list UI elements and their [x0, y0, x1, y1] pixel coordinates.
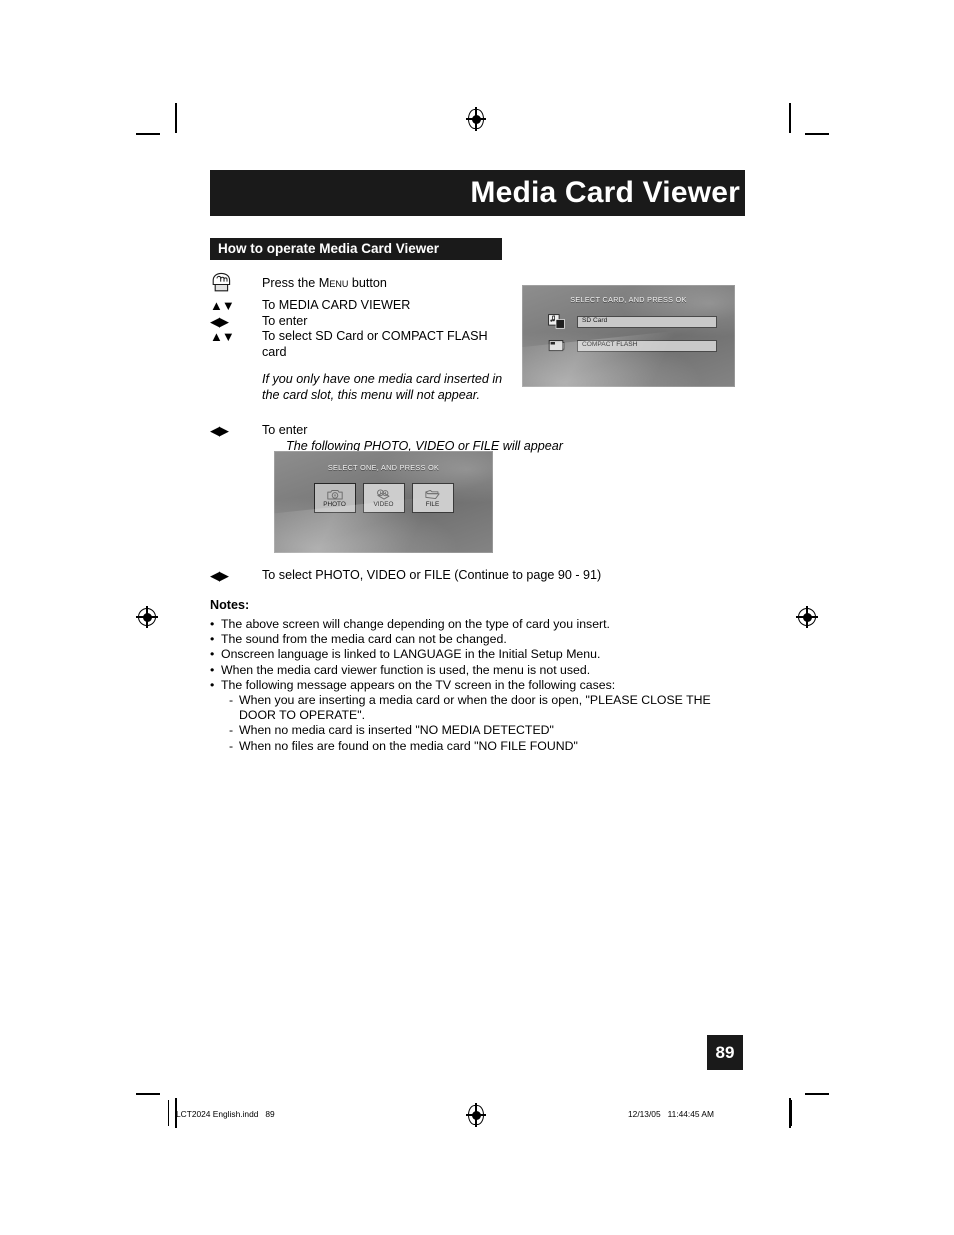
step-select-mode-text: To select PHOTO, VIDEO or FILE (Continue… — [262, 568, 602, 582]
note-subitem: - When no files are found on the media c… — [210, 739, 770, 754]
compact-flash-icon — [548, 338, 565, 353]
mode-tile-photo[interactable]: PHOTO — [313, 483, 356, 513]
screen-mode-heading: SELECT ONE, AND PRESS OK — [327, 463, 440, 472]
screen-card-heading: SELECT CARD, AND PRESS OK — [570, 295, 687, 304]
footer-rule-left — [168, 1100, 170, 1126]
camera-icon — [326, 487, 344, 501]
folder-icon — [424, 487, 441, 501]
mode-label-photo: PHOTO — [323, 501, 346, 509]
step-media-card-viewer: ▲▼ To MEDIA CARD VIEWER — [210, 298, 520, 314]
step-text-post: button — [348, 276, 387, 290]
dash-icon: - — [229, 693, 234, 708]
note-text: Onscreen language is linked to LANGUAGE … — [221, 647, 601, 662]
registration-mark-left — [136, 606, 158, 628]
crop-mark-bottom-right-horizontal — [805, 1093, 829, 1095]
note-item: • When the media card viewer function is… — [210, 663, 770, 678]
leftright-arrow-icon: ◀▶ — [210, 313, 229, 329]
step-enter-2-body: To enter The following PHOTO, VIDEO or F… — [262, 423, 563, 454]
note-item: • The above screen will change depending… — [210, 617, 770, 632]
note-text: The sound from the media card can not be… — [221, 632, 507, 647]
dash-icon: - — [229, 723, 234, 738]
step-media-card-viewer-text: To MEDIA CARD VIEWER — [262, 298, 411, 312]
footer-timestamp: 12/13/05 11:44:45 AM — [628, 1109, 714, 1119]
note-item: • The sound from the media card can not … — [210, 632, 770, 647]
note-subtext: When no media card is inserted "NO MEDIA… — [239, 723, 554, 738]
sd-card-bar[interactable]: SD Card — [577, 315, 717, 328]
hand-press-icon — [210, 272, 262, 294]
note-subitem: - When no media card is inserted "NO MED… — [210, 723, 770, 738]
note-item: • The following message appears on the T… — [210, 678, 770, 693]
registration-mark-top — [466, 107, 486, 131]
crop-mark-top-left-horizontal — [136, 133, 160, 135]
compact-flash-bar[interactable]: COMPACT FLASH — [577, 339, 717, 352]
step-select-mode: ◀▶ To select PHOTO, VIDEO or FILE (Conti… — [210, 568, 601, 584]
tv-screen-select-mode: SELECT ONE, AND PRESS OK PHOTO VIDEO FIL… — [274, 451, 493, 553]
bullet-icon: • — [210, 632, 215, 647]
crop-mark-top-right-vertical — [789, 103, 791, 133]
note-single-card-row: If you only have one media card inserted… — [210, 360, 520, 403]
tv-screen-select-card: SELECT CARD, AND PRESS OK SD Card COMPAC… — [522, 285, 735, 387]
note-single-card: If you only have one media card inserted… — [262, 372, 503, 402]
note-text: The above screen will change depending o… — [221, 617, 610, 631]
page-number: 89 — [715, 1042, 735, 1062]
instruction-steps: Press the Menu button ▲▼ To MEDIA CARD V… — [210, 272, 563, 454]
notes-title: Notes: — [210, 598, 250, 612]
bullet-icon: • — [210, 662, 215, 677]
card-option-sd[interactable]: SD Card — [548, 314, 717, 329]
crop-mark-top-left-vertical — [175, 103, 177, 133]
note-text: When the media card viewer function is u… — [221, 662, 591, 677]
step-enter-2: ◀▶ To enter The following PHOTO, VIDEO o… — [210, 423, 563, 454]
footer-rule-right — [791, 1100, 793, 1126]
step-select-card-text: To select SD Card or COMPACT FLASH card — [262, 329, 488, 359]
step-enter-2-text: To enter — [262, 423, 308, 437]
card-option-cf[interactable]: COMPACT FLASH — [548, 338, 717, 353]
note-item: • Onscreen language is linked to LANGUAG… — [210, 647, 770, 662]
page-title: Media Card Viewer — [470, 176, 740, 209]
page-title-bar: Media Card Viewer — [210, 170, 745, 216]
mode-label-video: VIDEO — [373, 501, 394, 509]
note-subitem: - When you are inserting a media card or… — [210, 693, 770, 723]
note-subtext: When you are inserting a media card or w… — [239, 693, 711, 723]
step-press-menu-text: Press the Menu button — [262, 272, 387, 292]
footer-file-info: LCT2024 English.indd 89 — [176, 1109, 275, 1119]
compact-flash-label: COMPACT FLASH — [582, 341, 638, 349]
leftright-arrow-icon-2: ◀▶ — [210, 423, 229, 438]
leftright-arrow-icon-3: ◀▶ — [210, 568, 229, 583]
sd-card-icon — [548, 314, 565, 329]
step-text-pre: Press the — [262, 276, 319, 290]
mode-tile-video[interactable]: VIDEO — [362, 483, 405, 513]
bullet-icon: • — [210, 647, 215, 662]
step-enter-1-text: To enter — [262, 313, 308, 328]
dash-icon: - — [229, 738, 234, 753]
page-number-badge: 89 — [707, 1035, 743, 1070]
step-enter-1: ◀▶ To enter — [210, 314, 520, 330]
crop-mark-top-right-horizontal — [805, 133, 829, 135]
step-select-card: ▲▼ To select SD Card or COMPACT FLASH ca… — [210, 329, 520, 360]
step-press-menu: Press the Menu button — [210, 272, 520, 294]
note-text: The following message appears on the TV … — [221, 677, 616, 692]
mode-tile-file[interactable]: FILE — [411, 483, 454, 513]
updown-arrow-icon: ▲▼ — [210, 298, 235, 313]
mode-label-file: FILE — [425, 501, 440, 509]
bullet-icon: • — [210, 617, 215, 631]
registration-mark-right — [796, 606, 818, 628]
sd-card-label: SD Card — [582, 317, 608, 325]
section-heading-bar: How to operate Media Card Viewer — [210, 238, 502, 260]
section-heading: How to operate Media Card Viewer — [218, 241, 440, 257]
mode-tile-group: PHOTO VIDEO FILE — [274, 483, 493, 513]
crop-mark-bottom-left-horizontal — [136, 1093, 160, 1095]
step-text-menu: Menu — [318, 275, 349, 290]
registration-mark-bottom — [466, 1103, 486, 1127]
note-subtext: When no files are found on the media car… — [239, 738, 578, 753]
notes-section: Notes: • The above screen will change de… — [210, 598, 770, 754]
film-icon — [375, 487, 392, 501]
updown-arrow-icon-2: ▲▼ — [210, 329, 235, 344]
bullet-icon: • — [210, 677, 215, 692]
